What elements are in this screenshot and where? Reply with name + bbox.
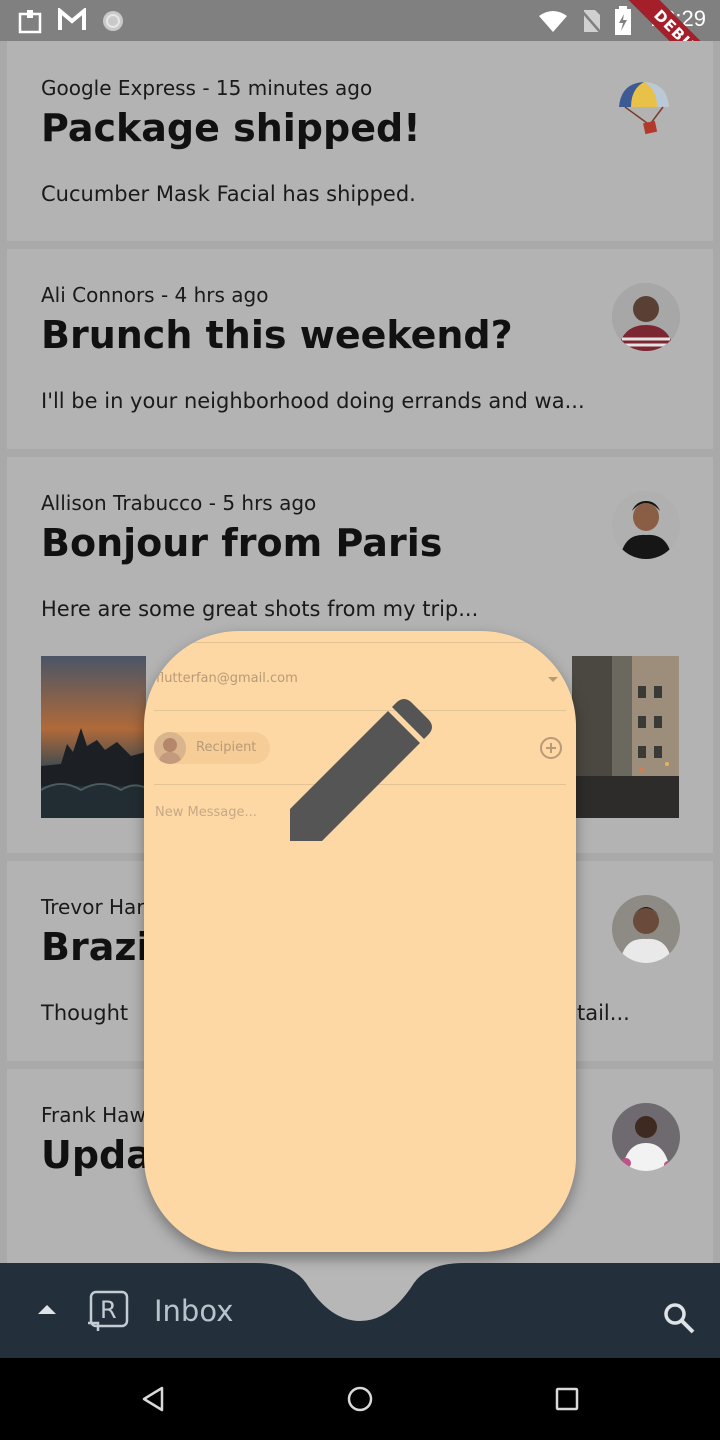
email-meta: Trevor Har [41, 895, 145, 919]
compose-sheet[interactable]: flutterfan@gmail.com Recipient New Messa… [144, 631, 576, 1252]
status-bar: 23:29 DEBUG [0, 0, 720, 103]
reply-logo-icon[interactable]: R [86, 1289, 132, 1333]
recipient-chip[interactable]: Recipient [154, 732, 270, 764]
avatar [154, 732, 186, 764]
message-input[interactable]: New Message... [155, 805, 257, 820]
battery-charging-icon [615, 6, 631, 35]
email-preview: Thought [41, 1001, 129, 1025]
sync-icon [103, 11, 123, 31]
email-card[interactable]: Ali Connors - 4 hrs ago Brunch this week… [7, 249, 713, 449]
email-meta: Frank Haw [41, 1103, 146, 1127]
no-sim-icon [580, 9, 602, 34]
bottom-app-bar: R Inbox [0, 1263, 720, 1358]
home-icon[interactable] [346, 1385, 374, 1413]
parachute-icon [619, 82, 669, 135]
recents-icon[interactable] [555, 1387, 579, 1411]
email-meta: Ali Connors - 4 hrs ago [41, 283, 269, 307]
email-subject: Brunch this weekend? [41, 313, 513, 357]
clipboard-icon [18, 10, 42, 34]
expand-up-icon[interactable] [38, 1305, 56, 1314]
email-card[interactable]: Google Express - 15 minutes ago Package … [7, 41, 713, 241]
avatar [612, 283, 680, 351]
pencil-icon [290, 699, 432, 841]
chevron-down-icon[interactable] [548, 677, 558, 682]
email-subject: Brazi [41, 925, 150, 969]
wifi-icon [539, 11, 567, 32]
avatar [612, 895, 680, 963]
email-meta: Google Express - 15 minutes ago [41, 76, 373, 100]
search-icon[interactable] [662, 1301, 696, 1335]
email-preview: Here are some great shots from my trip..… [41, 597, 479, 621]
photo-street[interactable] [572, 656, 679, 818]
avatar [612, 1103, 680, 1171]
add-recipient-icon[interactable] [540, 737, 562, 759]
mailbox-title[interactable]: Inbox [154, 1294, 233, 1328]
recipient-label: Recipient [196, 740, 257, 755]
gmail-icon [58, 8, 86, 30]
email-preview-tail: tail... [577, 1001, 630, 1025]
email-preview: Cucumber Mask Facial has shipped. [41, 182, 416, 206]
svg-text:R: R [100, 1296, 117, 1324]
divider [154, 642, 566, 643]
photo-castle[interactable] [41, 656, 146, 818]
system-nav-bar [0, 1358, 720, 1440]
back-icon[interactable] [140, 1386, 166, 1412]
email-subject: Bonjour from Paris [41, 521, 443, 565]
email-subject: Package shipped! [41, 106, 421, 150]
from-field[interactable]: flutterfan@gmail.com [156, 671, 298, 686]
avatar [612, 491, 680, 559]
email-meta: Allison Trabucco - 5 hrs ago [41, 491, 317, 515]
email-preview: I'll be in your neighborhood doing erran… [41, 389, 585, 413]
email-subject: Upda [41, 1133, 152, 1177]
